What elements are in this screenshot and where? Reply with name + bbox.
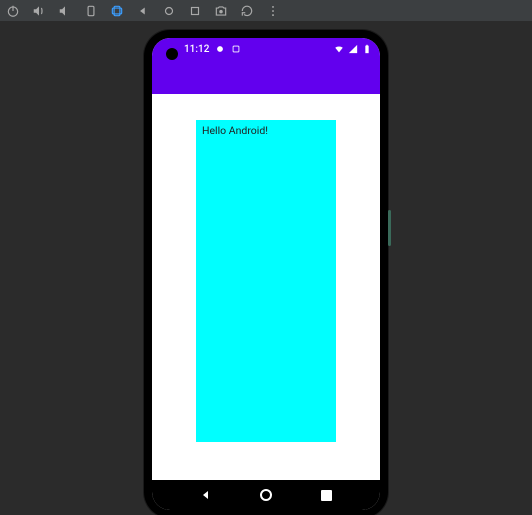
signal-icon [348, 44, 358, 54]
reload-icon[interactable] [240, 4, 254, 18]
wifi-icon [334, 44, 344, 54]
app-action-bar [152, 60, 380, 94]
android-nav-bar [152, 480, 380, 510]
rotate-left-icon[interactable] [84, 4, 98, 18]
overview-nav-icon[interactable] [188, 4, 202, 18]
power-icon[interactable] [6, 4, 20, 18]
card-icon [231, 44, 241, 54]
more-icon[interactable] [266, 4, 280, 18]
status-left: 11:12 [184, 44, 241, 55]
app-content: Hello Android! [152, 94, 380, 480]
gear-icon [215, 44, 225, 54]
phone-side-button [388, 210, 391, 246]
status-right [334, 44, 372, 54]
back-nav-icon[interactable] [136, 4, 150, 18]
nav-home-button[interactable] [259, 488, 273, 502]
screenshot-icon[interactable] [214, 4, 228, 18]
camera-cutout [166, 48, 178, 60]
home-nav-icon[interactable] [162, 4, 176, 18]
phone-frame: 11:12 Hello Android! [144, 30, 388, 515]
hello-text: Hello Android! [202, 124, 330, 137]
phone-screen: 11:12 Hello Android! [152, 38, 380, 510]
android-status-bar[interactable]: 11:12 [152, 38, 380, 60]
battery-icon [362, 44, 372, 54]
rotate-right-icon[interactable] [110, 4, 124, 18]
nav-back-button[interactable] [199, 488, 213, 502]
nav-recent-button[interactable] [319, 488, 333, 502]
volume-up-icon[interactable] [32, 4, 46, 18]
status-time: 11:12 [184, 44, 209, 55]
emulator-toolbar [0, 0, 532, 22]
volume-down-icon[interactable] [58, 4, 72, 18]
cyan-box: Hello Android! [196, 120, 336, 442]
device-stage: 11:12 Hello Android! [0, 22, 532, 515]
